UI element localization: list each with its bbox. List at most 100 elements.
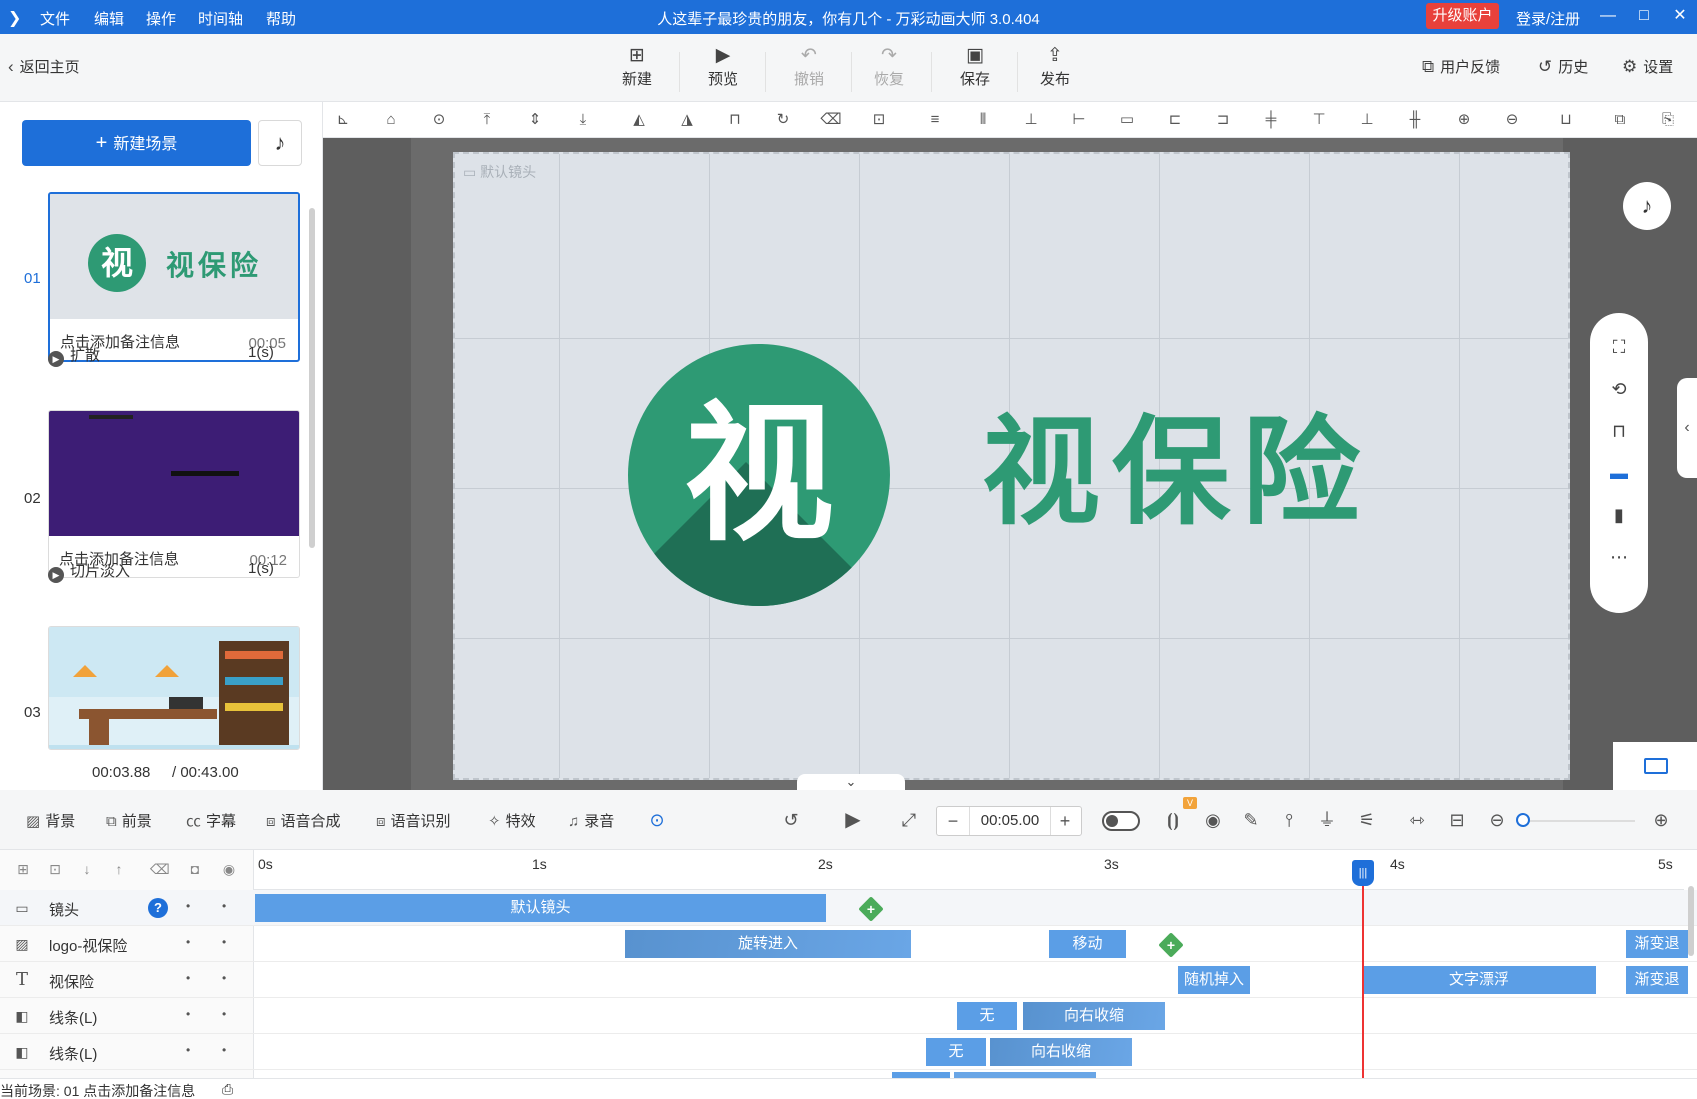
distribute-v-icon[interactable]: ⦀ bbox=[972, 110, 994, 130]
transition-item[interactable]: ▶ 扩散 1(s) bbox=[48, 344, 274, 367]
unlock-icon[interactable]: ⊔ bbox=[1555, 110, 1577, 130]
effects-button[interactable]: ✧ 特效 bbox=[488, 810, 536, 831]
timeline-scrollbar[interactable] bbox=[1688, 886, 1694, 956]
split-icon[interactable]: ⫯ bbox=[1276, 808, 1302, 832]
foreground-button[interactable]: ⧉ 前景 bbox=[106, 810, 152, 831]
zoom-in-icon[interactable]: ⊕ bbox=[1453, 110, 1475, 130]
brand-text-element[interactable]: 视保险 bbox=[982, 402, 1372, 542]
more-icon[interactable]: ⋯ bbox=[1607, 545, 1631, 569]
duration-stepper[interactable]: − 00:05.00 + bbox=[936, 806, 1082, 836]
adjust-icon[interactable]: ⚟ bbox=[1354, 808, 1380, 832]
minimize-button[interactable]: — bbox=[1596, 4, 1620, 28]
timeline-clip[interactable]: 移动 bbox=[1049, 930, 1126, 958]
logo-element[interactable]: 视 bbox=[628, 344, 890, 606]
toggle-switch[interactable] bbox=[1102, 811, 1140, 831]
add-keyframe-icon[interactable]: + bbox=[858, 896, 884, 922]
minimap[interactable] bbox=[1613, 742, 1697, 790]
add-folder-icon[interactable]: ⊞ bbox=[14, 860, 32, 878]
lock-icon[interactable]: ⊓ bbox=[1607, 419, 1631, 443]
timeline-clip[interactable]: 默认镜头 bbox=[255, 894, 826, 922]
timeline-zoom-slider[interactable] bbox=[1525, 820, 1635, 822]
track-row-line[interactable]: ◧ 线条(L) • • 无 向右收缩 bbox=[0, 998, 1697, 1034]
settings-button[interactable]: ⚙ 设置 bbox=[1622, 56, 1673, 77]
timeline-clip[interactable]: 向右收缩 bbox=[1023, 1002, 1165, 1030]
bracket-icon[interactable]: ⦗⦘ bbox=[1160, 808, 1186, 832]
move-down-icon[interactable]: ↓ bbox=[78, 860, 96, 878]
lock-icon[interactable]: ⊓ bbox=[724, 110, 746, 130]
more-circle-icon[interactable]: ⊙ bbox=[644, 808, 670, 832]
align-center-v-icon[interactable]: ⊢ bbox=[1068, 110, 1090, 130]
bottom-edge-icon[interactable]: ⊥ bbox=[1356, 110, 1378, 130]
filter-icon[interactable]: ⏚ bbox=[1314, 808, 1340, 832]
feedback-button[interactable]: ⧉ 用户反馈 bbox=[1422, 56, 1500, 77]
top-edge-icon[interactable]: ⊤ bbox=[1308, 110, 1330, 130]
chevron-down-icon[interactable]: ⌄ bbox=[797, 774, 905, 790]
align-bottom-icon[interactable]: ⤓ bbox=[572, 110, 594, 130]
timeline-clip[interactable]: 渐变退 bbox=[1626, 966, 1688, 994]
move-up-icon[interactable]: ↑ bbox=[110, 860, 128, 878]
record-button[interactable]: ♫ 录音 bbox=[568, 810, 614, 831]
camera-snap-icon[interactable]: ◉ bbox=[1200, 808, 1226, 832]
ratio-icon[interactable]: ⊟ bbox=[1444, 808, 1470, 832]
more-circle-icon[interactable]: ⊙ bbox=[428, 110, 450, 130]
new-scene-button[interactable]: + 新建场景 bbox=[22, 120, 251, 166]
align-center-h-icon[interactable]: ⊥ bbox=[1020, 110, 1042, 130]
scene-card-02[interactable]: 点击添加备注信息 00:12 bbox=[48, 410, 300, 578]
timeline-clip[interactable]: 渐变退 bbox=[1626, 930, 1688, 958]
align-left-icon[interactable]: ⊏ bbox=[1164, 110, 1186, 130]
edit-icon[interactable]: ✎ bbox=[1238, 808, 1264, 832]
scene-card-03[interactable] bbox=[48, 626, 300, 750]
close-button[interactable]: ✕ bbox=[1668, 4, 1692, 28]
portrait-icon[interactable]: ▮ bbox=[1607, 503, 1631, 527]
home-icon[interactable]: ⌂ bbox=[380, 110, 402, 130]
add-keyframe-icon[interactable]: + bbox=[1158, 932, 1184, 958]
background-button[interactable]: ▨ 背景 bbox=[26, 810, 75, 831]
rotate-icon[interactable]: ↻ bbox=[772, 110, 794, 130]
timeline-clip[interactable]: 文字漂浮 bbox=[1362, 966, 1596, 994]
paste-icon[interactable]: ⎘ bbox=[1657, 110, 1679, 130]
ruler-icon[interactable]: ⊾ bbox=[332, 110, 354, 130]
zoom-out-icon[interactable]: ⊖ bbox=[1484, 808, 1510, 832]
timeline-clip[interactable]: 向右收缩 bbox=[990, 1038, 1132, 1066]
history-button[interactable]: ↺ 历史 bbox=[1538, 56, 1588, 77]
track-row-logo[interactable]: ▨ logo-视保险 • • 旋转进入 移动 + 渐变退 bbox=[0, 926, 1697, 962]
note-edit-icon[interactable]: ⎙ bbox=[222, 1081, 233, 1098]
align-middle-icon[interactable]: ⇕ bbox=[524, 110, 546, 130]
new-button[interactable]: ⊞ 新建 bbox=[605, 44, 669, 89]
playhead-line[interactable] bbox=[1362, 862, 1364, 1078]
zoom-slider-knob[interactable] bbox=[1516, 813, 1530, 827]
lock-icon[interactable]: ◘ bbox=[186, 860, 204, 878]
flip-horizontal-icon[interactable]: ◭ bbox=[628, 110, 650, 130]
replay-icon[interactable]: ↺ bbox=[778, 808, 804, 832]
scene-list-scrollbar[interactable] bbox=[309, 208, 315, 548]
distribute-h-icon[interactable]: ≡ bbox=[924, 110, 946, 130]
play-icon[interactable]: ▶ bbox=[840, 808, 866, 832]
login-register-link[interactable]: 登录/注册 bbox=[1516, 8, 1580, 29]
align-top-icon[interactable]: ⤒ bbox=[476, 110, 498, 130]
speech-recognition-button[interactable]: ⧈ 语音识别 bbox=[376, 810, 451, 831]
time-ruler[interactable]: 0s 1s 2s 3s 4s 5s bbox=[254, 850, 1684, 890]
timeline-clip[interactable]: 旋转进入 bbox=[625, 930, 911, 958]
zoom-in-icon[interactable]: ⊕ bbox=[1648, 808, 1674, 832]
back-home-button[interactable]: ‹ 返回主页 bbox=[8, 56, 80, 77]
help-icon[interactable]: ? bbox=[148, 898, 168, 918]
zoom-out-icon[interactable]: ⊖ bbox=[1501, 110, 1523, 130]
scene-card-01[interactable]: 视 视保险 点击添加备注信息 00:05 bbox=[48, 192, 300, 362]
screenshot-icon[interactable]: ⛶ bbox=[1607, 335, 1631, 359]
maximize-button[interactable]: □ bbox=[1632, 4, 1656, 28]
timeline-clip[interactable]: 无 bbox=[957, 1002, 1017, 1030]
transition-item[interactable]: ▶ 切片淡入 1(s) bbox=[48, 560, 274, 583]
upgrade-button[interactable]: 升级账户 bbox=[1426, 3, 1499, 29]
rotate-device-icon[interactable]: ⟲ bbox=[1607, 377, 1631, 401]
timeline-clip[interactable]: 无 bbox=[926, 1038, 986, 1066]
music-icon[interactable]: ♪ bbox=[258, 120, 302, 166]
same-width-icon[interactable]: ▭ bbox=[1116, 110, 1138, 130]
publish-button[interactable]: ⇪ 发布 bbox=[1023, 44, 1087, 89]
folder-icon[interactable]: ⊡ bbox=[46, 860, 64, 878]
eye-icon[interactable]: ◉ bbox=[220, 860, 238, 878]
minus-icon[interactable]: − bbox=[937, 807, 969, 835]
subtitle-button[interactable]: ㏄字幕 bbox=[186, 810, 236, 831]
delete-icon[interactable]: ⌫ bbox=[820, 110, 842, 130]
undo-button[interactable]: ↶ 撤销 bbox=[777, 44, 841, 89]
flip-vertical-icon[interactable]: ◮ bbox=[676, 110, 698, 130]
